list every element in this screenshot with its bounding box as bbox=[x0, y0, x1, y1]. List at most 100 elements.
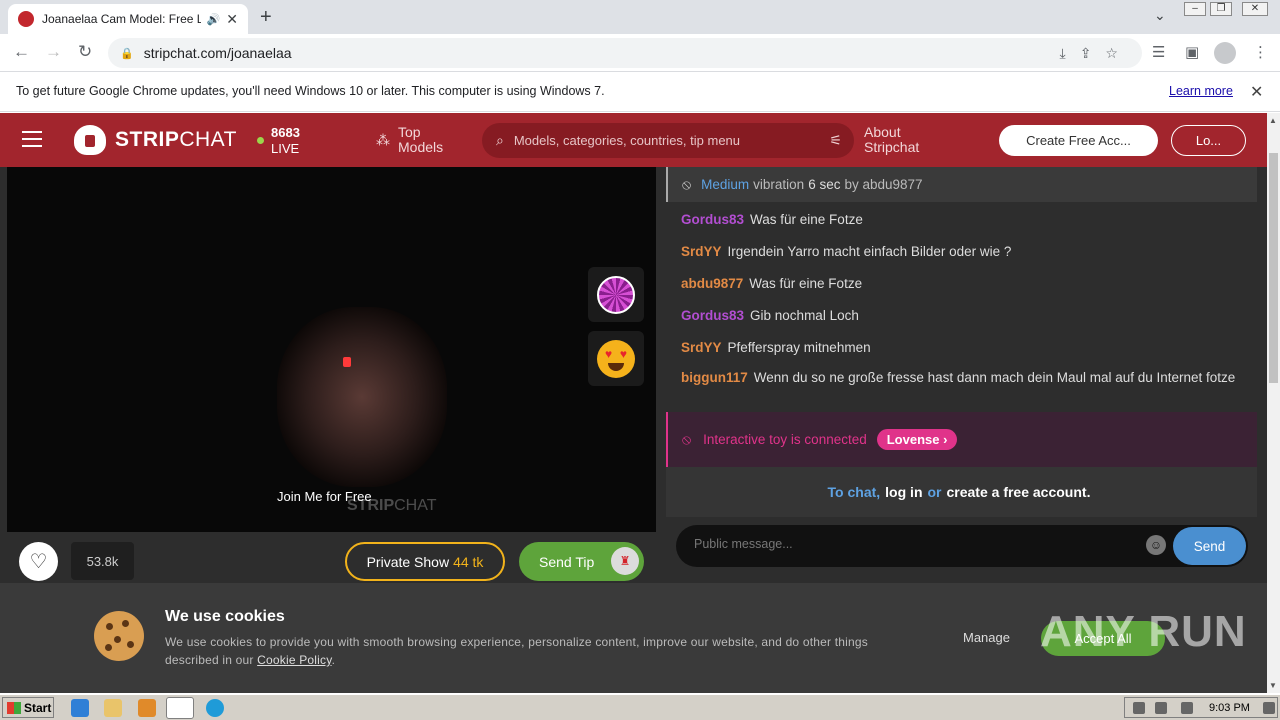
chat-message: Gordus83 Was für eine Fotze bbox=[681, 212, 863, 227]
search-placeholder: Models, categories, countries, tip menu bbox=[513, 133, 741, 148]
taskbar-clock[interactable]: 9:03 PM bbox=[1209, 702, 1250, 714]
tab-search-chevron-icon[interactable]: ⌄ bbox=[1154, 7, 1166, 24]
private-show-button[interactable]: Private Show 44 tk bbox=[345, 542, 505, 581]
public-message-input[interactable] bbox=[694, 537, 1134, 551]
file-explorer-icon[interactable] bbox=[104, 699, 122, 717]
toy-vibration-icon: ⦸ bbox=[682, 431, 692, 447]
cookie-policy-link[interactable]: Cookie Policy bbox=[257, 653, 331, 667]
smiley-emoji-icon[interactable]: ☺ bbox=[1146, 535, 1166, 555]
create-account-button[interactable]: Create Free Acc... bbox=[999, 125, 1158, 156]
vibration-icon: ⦸ bbox=[682, 176, 692, 192]
windows-logo-icon bbox=[7, 701, 21, 714]
search-icon: ⌕ bbox=[496, 132, 504, 148]
video-player[interactable]: Join Me for Free STRIPCHAT bbox=[7, 167, 656, 532]
reload-icon[interactable]: ↻ bbox=[78, 42, 92, 62]
stripchat-logo-icon[interactable] bbox=[74, 125, 106, 155]
video-frame bbox=[277, 307, 447, 487]
chrome-taskbar-icon[interactable] bbox=[166, 697, 194, 719]
internet-explorer-icon[interactable] bbox=[71, 699, 89, 717]
chat-login-prompt: To chat, log in or create a free account… bbox=[666, 467, 1257, 517]
top-models-icon: ⁂ bbox=[376, 131, 390, 148]
manage-cookies-button[interactable]: Manage bbox=[963, 630, 1010, 645]
address-bar[interactable]: 🔒 stripchat.com/joanaelaa ⤓⇪☆ bbox=[108, 38, 1142, 68]
close-window-button[interactable]: ✕ bbox=[1242, 2, 1268, 16]
start-button[interactable]: Start bbox=[2, 697, 54, 718]
filter-sliders-icon[interactable]: ⚟ bbox=[829, 132, 842, 149]
video-highlight bbox=[343, 357, 351, 367]
chrome-update-infobar: To get future Google Chrome updates, you… bbox=[0, 72, 1280, 112]
menu-kebab-icon[interactable]: ⋮ bbox=[1253, 43, 1268, 61]
cookie-icon bbox=[94, 611, 144, 661]
scroll-up-arrow-icon[interactable]: ▲ bbox=[1269, 116, 1277, 125]
show-desktop-icon[interactable] bbox=[1263, 702, 1275, 714]
chat-message: Gordus83 Gib nochmal Loch bbox=[681, 308, 859, 323]
new-tab-icon[interactable]: + bbox=[260, 6, 272, 29]
search-input[interactable]: ⌕ Models, categories, countries, tip men… bbox=[482, 123, 854, 158]
volume-icon[interactable] bbox=[1133, 702, 1145, 714]
interactive-toy-notice: ⦸ Interactive toy is connected Lovense › bbox=[666, 412, 1257, 467]
audio-playing-icon[interactable]: 🔊 bbox=[207, 13, 221, 26]
site-header: STRIPCHAT 8683 LIVE ⁂ Top Models ⌕ Models… bbox=[0, 113, 1267, 167]
chat-message: biggun117 Wenn du so ne große fresse hast… bbox=[681, 370, 1236, 385]
reading-list-icon[interactable]: ☰ bbox=[1152, 43, 1165, 61]
heart-eyes-emoji-icon bbox=[597, 339, 635, 378]
network-icon[interactable] bbox=[1155, 702, 1167, 714]
lovense-badge[interactable]: Lovense › bbox=[876, 429, 958, 450]
emoji-reaction-button[interactable] bbox=[588, 331, 644, 386]
favorite-heart-icon[interactable]: ♡ bbox=[19, 542, 58, 581]
cookie-title: We use cookies bbox=[165, 608, 285, 625]
send-message-button[interactable]: Send bbox=[1173, 527, 1246, 565]
url-text[interactable]: stripchat.com/joanaelaa bbox=[144, 45, 292, 61]
chat-message: abdu9877 Was für eine Fotze bbox=[681, 276, 863, 291]
joystick-icon: ♜ bbox=[611, 547, 639, 575]
flag-icon[interactable] bbox=[1181, 702, 1193, 714]
browser-toolbar: ← → ↻ 🔒 stripchat.com/joanaelaa ⤓⇪☆ ☰ ▣ … bbox=[0, 34, 1280, 72]
lock-icon[interactable]: 🔒 bbox=[120, 47, 134, 60]
close-tab-icon[interactable]: ✕ bbox=[226, 11, 238, 28]
forward-arrow-icon[interactable]: → bbox=[45, 42, 62, 62]
live-indicator-dot bbox=[257, 137, 264, 144]
omnibox-actions[interactable]: ⤓⇪☆ bbox=[1060, 45, 1132, 62]
page-scrollbar[interactable]: ▲ ▼ bbox=[1267, 113, 1280, 693]
anyrun-watermark-logo: ANY RUN bbox=[1040, 607, 1247, 656]
profile-avatar-icon[interactable] bbox=[1214, 42, 1236, 64]
fortune-wheel-icon bbox=[597, 275, 635, 314]
scrollbar-thumb[interactable] bbox=[1269, 153, 1278, 383]
hamburger-menu-icon[interactable] bbox=[22, 131, 42, 147]
stripchat-logo-text[interactable]: STRIPCHAT bbox=[115, 128, 237, 152]
edge-icon[interactable] bbox=[206, 699, 224, 717]
learn-more-link[interactable]: Learn more bbox=[1169, 84, 1233, 98]
chat-message: SrdYY Irgendein Yarro macht einfach Bilde… bbox=[681, 244, 1012, 259]
login-button[interactable]: Lo... bbox=[1171, 125, 1246, 156]
top-models-link[interactable]: ⁂ Top Models bbox=[376, 125, 443, 155]
viewer-count: 53.8k bbox=[71, 542, 134, 580]
about-stripchat-link[interactable]: About Stripchat bbox=[864, 125, 919, 155]
wheel-of-fortune-button[interactable] bbox=[588, 267, 644, 322]
close-infobar-icon[interactable]: ✕ bbox=[1250, 82, 1263, 102]
live-label: LIVE bbox=[271, 141, 300, 156]
video-watermark: STRIPCHAT bbox=[347, 497, 437, 514]
windows-taskbar: Start 9:03 PM bbox=[0, 694, 1280, 720]
browser-tabstrip: Joanaelaa Cam Model: Free Live 🔊 ✕ + ⌄ –… bbox=[0, 0, 1280, 34]
browser-tab[interactable]: Joanaelaa Cam Model: Free Live 🔊 ✕ bbox=[8, 4, 248, 34]
side-panel-icon[interactable]: ▣ bbox=[1185, 43, 1199, 61]
cookie-text: We use cookies to provide you with smoot… bbox=[165, 635, 868, 667]
restore-window-button[interactable]: ❐ bbox=[1210, 2, 1232, 16]
scroll-down-arrow-icon[interactable]: ▼ bbox=[1269, 681, 1277, 690]
vibration-notice: ⦸ Medium vibration 6 sec by abdu9877 bbox=[666, 167, 1257, 202]
system-tray: 9:03 PM bbox=[1124, 697, 1278, 718]
chat-create-account-link[interactable]: create a free account. bbox=[947, 484, 1091, 500]
minimize-window-button[interactable]: – bbox=[1184, 2, 1206, 16]
chat-login-link[interactable]: log in bbox=[885, 484, 922, 500]
tab-title: Joanaelaa Cam Model: Free Live bbox=[42, 12, 201, 26]
cookie-banner: We use cookies We use cookies to provide… bbox=[0, 583, 1267, 693]
back-arrow-icon[interactable]: ← bbox=[13, 42, 30, 62]
infobar-message: To get future Google Chrome updates, you… bbox=[16, 84, 605, 98]
send-tip-button[interactable]: Send Tip ♜ bbox=[519, 542, 644, 581]
stripchat-favicon-icon bbox=[18, 11, 34, 27]
stream-controls: ♡ 53.8k Private Show 44 tk Send Tip ♜ bbox=[7, 532, 656, 583]
live-count: 8683 bbox=[271, 125, 300, 140]
chat-input-bar: ☺ Send bbox=[676, 525, 1248, 567]
media-player-icon[interactable] bbox=[138, 699, 156, 717]
chat-panel: ⦸ Medium vibration 6 sec by abdu9877 Gor… bbox=[666, 167, 1259, 577]
